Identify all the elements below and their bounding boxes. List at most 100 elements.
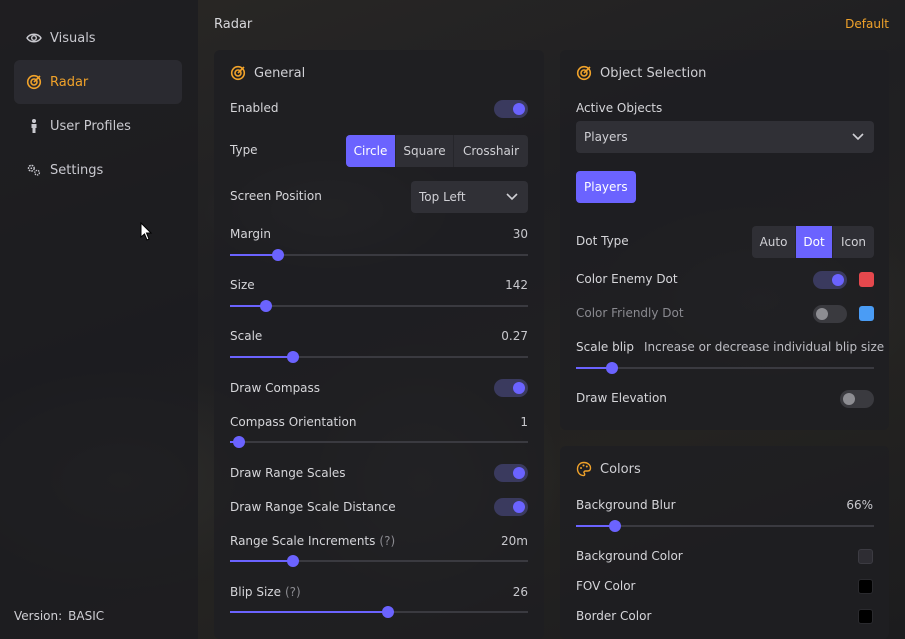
scale-blip-slider[interactable] <box>576 362 874 374</box>
dropdown-value: Players <box>584 130 628 144</box>
active-objects-dropdown[interactable]: Players <box>576 121 874 153</box>
blip-size-slider[interactable] <box>230 606 528 618</box>
size-label: Size <box>230 278 255 292</box>
slider-knob[interactable] <box>286 555 299 567</box>
eye-icon <box>26 30 42 46</box>
background-blur-slider[interactable] <box>576 520 874 532</box>
draw-elevation-toggle[interactable] <box>840 390 874 408</box>
range-scale-increments-slider[interactable] <box>230 555 528 567</box>
margin-label: Margin <box>230 227 271 241</box>
slider-knob[interactable] <box>605 362 618 374</box>
scale-slider[interactable] <box>230 351 528 363</box>
color-enemy-dot-toggle[interactable] <box>813 271 847 289</box>
sidebar-item-radar[interactable]: Radar <box>14 60 182 104</box>
margin-slider[interactable] <box>230 249 528 261</box>
slider-knob[interactable] <box>232 436 245 448</box>
slider-knob[interactable] <box>381 606 394 618</box>
gears-icon <box>26 162 42 178</box>
size-value: 142 <box>505 278 528 292</box>
screen-position-label: Screen Position <box>230 189 322 203</box>
range-scale-increments-label: Range Scale Increments (?) <box>230 534 396 548</box>
scale-value: 0.27 <box>501 329 528 343</box>
sidebar: Visuals Radar User Profiles Settings Ver… <box>0 0 198 639</box>
type-label: Type <box>230 143 258 157</box>
version-value: BASIC <box>68 609 105 623</box>
color-friendly-dot-toggle[interactable] <box>813 305 847 323</box>
border-color-swatch[interactable] <box>858 609 873 624</box>
fov-color-label: FOV Color <box>576 579 636 593</box>
dropdown-value: Top Left <box>419 190 466 204</box>
person-icon <box>26 118 42 134</box>
margin-value: 30 <box>512 227 528 241</box>
compass-orientation-value: 1 <box>520 415 528 429</box>
active-objects-label: Active Objects <box>576 101 663 115</box>
draw-elevation-label: Draw Elevation <box>576 391 667 405</box>
draw-range-scales-toggle[interactable] <box>494 464 528 482</box>
draw-range-scales-label: Draw Range Scales <box>230 466 346 480</box>
enabled-label: Enabled <box>230 101 279 115</box>
dot-type-option-icon[interactable]: Icon <box>833 226 874 258</box>
radar-icon <box>576 65 592 81</box>
panel-title-text: General <box>254 65 306 81</box>
players-chip[interactable]: Players <box>576 171 636 203</box>
type-option-square[interactable]: Square <box>396 135 454 167</box>
draw-range-scale-distance-label: Draw Range Scale Distance <box>230 500 396 514</box>
default-button[interactable]: Default <box>845 17 889 31</box>
panel-title-text: Object Selection <box>600 65 707 81</box>
palette-icon <box>576 461 592 477</box>
fov-color-swatch[interactable] <box>858 579 873 594</box>
background-blur-value: 66% <box>846 498 873 512</box>
slider-knob[interactable] <box>259 300 272 312</box>
colors-panel: Colors Background Blur 66% Background Co… <box>560 446 889 639</box>
background-blur-label: Background Blur <box>576 498 676 512</box>
draw-compass-toggle[interactable] <box>494 379 528 397</box>
sidebar-item-user-profiles[interactable]: User Profiles <box>14 104 182 148</box>
size-slider[interactable] <box>230 300 528 312</box>
dot-type-segmented-control: Auto Dot Icon <box>752 226 874 258</box>
slider-knob[interactable] <box>608 520 621 532</box>
sidebar-item-settings[interactable]: Settings <box>14 148 182 192</box>
type-option-circle[interactable]: Circle <box>346 135 396 167</box>
scale-blip-label: Scale blip Increase or decrease individua… <box>576 340 885 354</box>
mouse-cursor-icon <box>140 221 154 245</box>
object-selection-panel: Object Selection Active Objects Players … <box>560 50 889 430</box>
background-color-swatch[interactable] <box>858 549 873 564</box>
screen-position-dropdown[interactable]: Top Left <box>411 181 528 213</box>
scale-label: Scale <box>230 329 263 343</box>
slider-knob[interactable] <box>286 351 299 363</box>
object-selection-title: Object Selection <box>576 65 706 81</box>
help-icon[interactable]: (?) <box>379 534 395 548</box>
border-color-label: Border Color <box>576 609 652 623</box>
dot-type-option-dot[interactable]: Dot <box>796 226 833 258</box>
enemy-dot-color-swatch[interactable] <box>859 272 874 287</box>
sidebar-item-label: Settings <box>50 162 104 178</box>
general-title: General <box>230 65 305 81</box>
blip-size-label: Blip Size (?) <box>230 585 301 599</box>
color-enemy-dot-label: Color Enemy Dot <box>576 272 678 286</box>
chevron-down-icon <box>506 190 518 205</box>
compass-orientation-label: Compass Orientation <box>230 415 357 429</box>
friendly-dot-color-swatch[interactable] <box>859 306 874 321</box>
type-option-crosshair[interactable]: Crosshair <box>454 135 528 167</box>
type-segmented-control: Circle Square Crosshair <box>346 135 528 167</box>
compass-orientation-slider[interactable] <box>230 436 528 448</box>
draw-compass-label: Draw Compass <box>230 381 321 395</box>
slider-knob[interactable] <box>271 249 284 261</box>
sidebar-item-label: User Profiles <box>50 118 131 134</box>
version-info: Version: BASIC <box>14 609 104 623</box>
dot-type-option-auto[interactable]: Auto <box>752 226 796 258</box>
blip-size-value: 26 <box>512 585 528 599</box>
sidebar-item-label: Visuals <box>50 30 96 46</box>
colors-title: Colors <box>576 461 641 477</box>
page-title: Radar <box>214 17 253 32</box>
panel-title-text: Colors <box>600 461 641 477</box>
sidebar-item-label: Radar <box>50 74 89 90</box>
radar-icon <box>230 65 246 81</box>
help-icon[interactable]: (?) <box>285 585 301 599</box>
sidebar-item-visuals[interactable]: Visuals <box>14 16 182 60</box>
draw-range-scale-distance-toggle[interactable] <box>494 498 528 516</box>
dot-type-label: Dot Type <box>576 234 629 248</box>
color-friendly-dot-label: Color Friendly Dot <box>576 306 684 320</box>
enabled-toggle[interactable] <box>494 100 528 118</box>
range-scale-increments-value: 20m <box>501 534 528 548</box>
